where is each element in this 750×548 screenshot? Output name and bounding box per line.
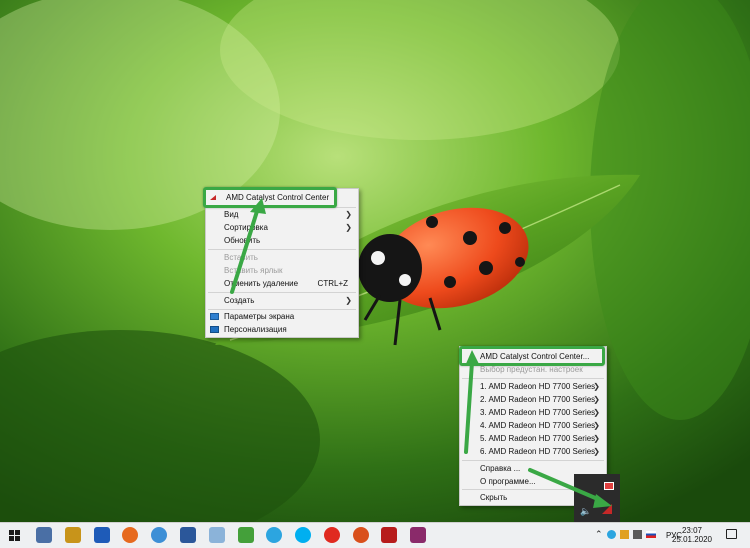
telegram-tray-icon[interactable] (607, 530, 616, 539)
app-icon-1[interactable] (36, 527, 52, 543)
firefox-icon[interactable] (122, 527, 138, 543)
annotation-arrows (230, 198, 612, 508)
firefox-icon-2[interactable] (353, 527, 369, 543)
app-icon-2[interactable] (65, 527, 81, 543)
annotation-arrow-tray-icon (528, 468, 602, 502)
telegram-icon[interactable] (266, 527, 282, 543)
taskbar: ⌃ РУС 23:07 25.01.2020 (0, 522, 750, 548)
yandex-browser-icon[interactable] (324, 527, 340, 543)
clock-time: 23:07 (681, 526, 702, 535)
app-icon-colors[interactable] (238, 527, 254, 543)
tray-app-icon-1[interactable] (620, 530, 629, 539)
app-icon-dots[interactable] (410, 527, 426, 543)
clock-date: 25.01.2020 (671, 535, 712, 544)
windows-start-icon[interactable] (9, 530, 20, 541)
filezilla-icon[interactable] (381, 527, 397, 543)
annotation-arrow-desktop (230, 206, 260, 294)
app-icon-paint[interactable] (209, 527, 225, 543)
app-icon-qb[interactable] (151, 527, 167, 543)
tray-app-icon-2[interactable] (633, 530, 642, 539)
annotation-arrow-tray-menu (464, 360, 474, 454)
clock[interactable]: 23:07 25.01.2020 (672, 526, 712, 544)
word-icon[interactable] (180, 527, 196, 543)
skype-icon[interactable] (295, 527, 311, 543)
notifications-icon[interactable] (726, 529, 737, 539)
flag-tray-icon[interactable] (646, 531, 656, 538)
chevron-up-icon[interactable]: ⌃ (595, 529, 603, 540)
floppy-save-icon[interactable] (94, 527, 110, 543)
